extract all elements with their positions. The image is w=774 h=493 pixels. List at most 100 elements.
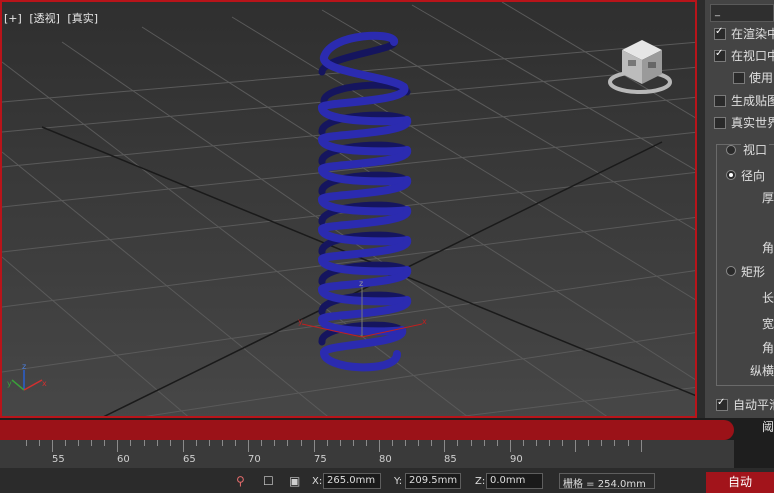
svg-text:z: z <box>22 362 26 371</box>
ruler-tick <box>104 440 105 446</box>
svg-text:y: y <box>298 317 303 326</box>
length-label: 长 <box>762 291 774 305</box>
aspect-label: 纵横 <box>750 364 774 378</box>
auto-key-button[interactable]: 自动 <box>706 472 774 493</box>
ruler-tick <box>484 440 485 446</box>
use-settings-checkbox[interactable] <box>733 72 745 84</box>
rectangular-radio[interactable] <box>726 266 736 276</box>
ruler-tick <box>235 440 236 446</box>
ruler-tick <box>562 440 563 446</box>
ruler-tick <box>65 440 66 446</box>
ruler-tick <box>222 440 223 446</box>
ruler-tick <box>248 440 249 452</box>
use-settings-label: 使用 <box>749 71 774 85</box>
viewport-enable-label: 在视口中 <box>731 49 774 63</box>
ruler-tick <box>52 440 53 452</box>
ruler-tick <box>588 440 589 446</box>
viewport-enable-checkbox[interactable] <box>714 48 726 62</box>
z-coord-label: Z: <box>475 476 486 487</box>
ruler-tick <box>379 440 380 452</box>
svg-text:x: x <box>42 379 47 388</box>
ruler-tick <box>614 440 615 446</box>
ruler-tick <box>78 440 79 446</box>
auto-smooth-label: 自动平滑 <box>733 398 774 412</box>
angle2-label: 角 <box>762 341 774 355</box>
ruler-tick <box>287 440 288 446</box>
ruler-tick <box>274 440 275 446</box>
svg-text:z: z <box>359 279 363 288</box>
thickness-label: 厚 <box>762 191 774 205</box>
viewport-view-menu[interactable]: [透视] <box>29 12 60 25</box>
time-slider[interactable] <box>0 420 734 440</box>
auto-smooth-checkbox[interactable] <box>716 397 728 411</box>
perspective-viewport[interactable]: z y x z y x [+] [透视] [真实] <box>0 0 697 418</box>
ruler-tick <box>601 440 602 446</box>
ruler-tick <box>431 440 432 446</box>
render-enable-label: 在渲染中 <box>731 27 774 41</box>
ruler-tick <box>575 440 576 452</box>
generate-mapping-label: 生成贴图 <box>731 94 774 108</box>
ruler-tick <box>392 440 393 446</box>
ruler-tick <box>457 440 458 446</box>
ruler-tick <box>536 440 537 446</box>
scene-canvas[interactable]: z y x z y x <box>2 2 697 418</box>
ruler-tick <box>117 440 118 452</box>
rectangular-radio-label: 矩形 <box>741 265 766 279</box>
ruler-frame-label: 60 <box>117 454 130 465</box>
ruler-frame-label: 85 <box>444 454 457 465</box>
y-coord-label: Y: <box>394 476 403 487</box>
ruler-tick <box>497 440 498 446</box>
ruler-tick <box>39 440 40 446</box>
ruler-tick <box>405 440 406 446</box>
ruler-tick <box>157 440 158 446</box>
width-label: 宽 <box>762 317 774 331</box>
ruler-tick <box>144 440 145 446</box>
ruler-frame-label: 65 <box>183 454 196 465</box>
radial-radio[interactable] <box>726 170 736 180</box>
ruler-frame-label: 55 <box>52 454 65 465</box>
track-bar[interactable]: 55 60 65 70 75 80 85 90 <box>0 440 734 468</box>
ruler-tick <box>301 440 302 446</box>
ruler-tick <box>26 440 27 446</box>
ruler-tick <box>327 440 328 446</box>
grid-size-readout: 栅格 = 254.0mm <box>559 473 655 490</box>
ruler-tick <box>183 440 184 452</box>
ruler-tick <box>510 440 511 452</box>
generate-mapping-checkbox[interactable] <box>714 95 726 107</box>
ruler-tick <box>130 440 131 446</box>
ruler-tick <box>170 440 171 446</box>
viewport-label-menu[interactable]: [+] [透视] [真实] <box>4 10 102 26</box>
viewport-plus-menu[interactable]: [+] <box>4 12 22 25</box>
z-coord-field[interactable]: 0.0mm <box>486 473 543 489</box>
real-world-checkbox[interactable] <box>714 117 726 129</box>
ruler-tick <box>366 440 367 446</box>
angle-label: 角 <box>762 241 774 255</box>
radial-radio-label: 径向 <box>741 169 766 183</box>
ruler-frame-label: 75 <box>314 454 327 465</box>
ruler-tick <box>418 440 419 446</box>
status-bar: ⚲ ☐ ▣ X: 265.0mm Y: 209.5mm Z: 0.0mm 栅格 … <box>0 468 774 493</box>
ruler-tick <box>471 440 472 446</box>
render-enable-checkbox[interactable] <box>714 26 726 40</box>
viewport-shading-menu[interactable]: [真实] <box>67 12 98 25</box>
ruler-tick <box>196 440 197 446</box>
ruler-frame-label: 90 <box>510 454 523 465</box>
ruler-tick <box>353 440 354 446</box>
real-world-label: 真实世界 <box>731 116 774 130</box>
ruler-tick <box>444 440 445 452</box>
threshold-label: 阈 <box>762 420 774 434</box>
ruler-tick <box>314 440 315 452</box>
x-coord-field[interactable]: 265.0mm <box>323 473 381 489</box>
absolute-mode-icon[interactable]: ▣ <box>289 474 300 488</box>
ruler-frame-label: 70 <box>248 454 261 465</box>
y-coord-field[interactable]: 209.5mm <box>405 473 461 489</box>
rollout-collapse-toggle[interactable]: _ <box>715 6 720 17</box>
viewport-side-strip <box>697 0 705 418</box>
ruler-tick <box>628 440 629 446</box>
viewport-radio[interactable] <box>726 145 736 155</box>
lock-icon[interactable]: ☐ <box>263 474 274 488</box>
ruler-tick <box>641 440 642 452</box>
pin-icon[interactable]: ⚲ <box>236 474 245 488</box>
ruler-tick <box>209 440 210 446</box>
ruler-tick <box>549 440 550 446</box>
